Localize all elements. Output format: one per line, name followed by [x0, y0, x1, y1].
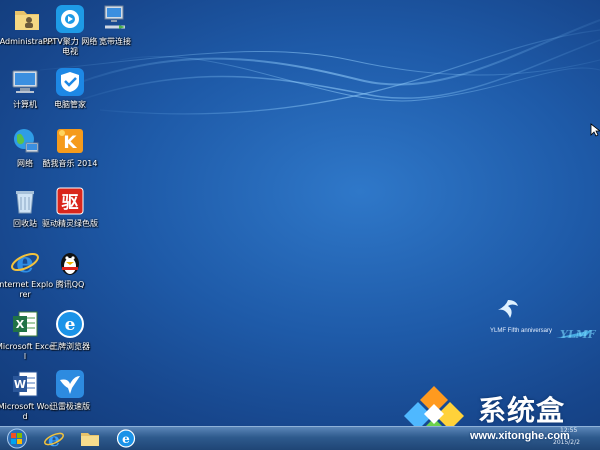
ie-icon: e — [11, 246, 39, 278]
excel-icon: X — [13, 311, 38, 337]
qq-penguin-icon — [61, 253, 79, 275]
user-folder-icon — [15, 11, 39, 30]
taskbar-ie-icon[interactable]: e — [42, 428, 66, 449]
svg-text:YLMF: YLMF — [560, 328, 597, 341]
svg-text:e: e — [48, 429, 60, 449]
desktop-icon-kuwo-music[interactable]: K 酷我音乐 2014 — [41, 125, 99, 169]
computer-icon — [12, 70, 38, 93]
svg-text:X: X — [16, 318, 25, 331]
desktop-icon-pc-manager[interactable]: 电脑管家 — [41, 66, 99, 110]
word-icon: W — [13, 371, 38, 397]
svg-text:e: e — [65, 315, 76, 335]
xitonghe-logo-icon — [404, 386, 464, 426]
taskbar-explorer-folder-icon[interactable] — [78, 428, 102, 449]
icon-label: 腾讯QQ — [55, 280, 85, 289]
watermark-url: www.xitonghe.com — [470, 430, 570, 442]
pptv-icon — [56, 5, 84, 33]
desktop-icon-driver-genius[interactable]: 驱 驱动精灵绿色版 — [41, 185, 99, 229]
start-button[interactable] — [3, 428, 31, 449]
desktop[interactable]: Administrator 计算机 网络 回收站 e Internet Expl… — [0, 0, 600, 426]
network-connection-icon — [104, 5, 125, 29]
svg-text:驱: 驱 — [62, 193, 79, 213]
shield-icon — [56, 68, 84, 96]
thunder-bird-icon — [56, 370, 84, 398]
watermark-title: 系统盒 — [478, 394, 566, 426]
mouse-cursor-icon — [590, 123, 600, 137]
ylmf-logo: YLMF — [498, 300, 597, 341]
svg-text:e: e — [122, 432, 130, 446]
svg-text:K: K — [63, 133, 77, 153]
recycle-bin-icon — [16, 191, 34, 214]
icon-label: 宽带连接 — [99, 37, 131, 46]
icon-label: 迅雷极速版 — [50, 402, 90, 411]
icon-label: 电脑管家 — [54, 100, 86, 109]
desktop-icon-ace-browser[interactable]: e 王牌浏览器 — [41, 308, 99, 352]
svg-text:W: W — [14, 378, 26, 391]
desktop-icon-qq[interactable]: 腾讯QQ — [41, 246, 99, 290]
icon-label: 驱动精灵绿色版 — [42, 219, 98, 228]
wallpaper-caption: YLMF Fifth anniversary — [490, 328, 553, 334]
desktop-icon-thunder-speed[interactable]: 迅雷极速版 — [41, 368, 99, 412]
network-globe-icon — [14, 129, 39, 153]
kuwo-music-icon: K — [57, 129, 83, 153]
browser-icon: e — [56, 310, 84, 338]
driver-genius-icon: 驱 — [56, 187, 84, 215]
icon-label: 酷我音乐 2014 — [42, 159, 98, 168]
svg-text:e: e — [16, 246, 34, 278]
taskbar-browser-icon[interactable]: e — [114, 428, 138, 449]
desktop-icon-broadband[interactable]: 宽带连接 — [86, 3, 144, 47]
icon-label: 王牌浏览器 — [50, 342, 90, 351]
